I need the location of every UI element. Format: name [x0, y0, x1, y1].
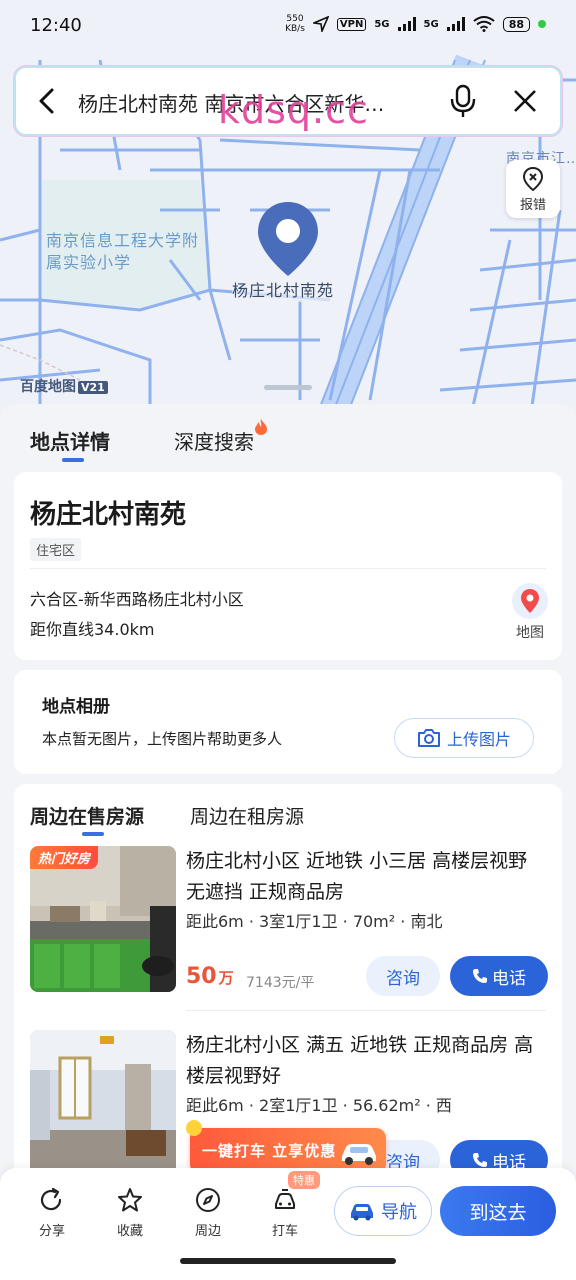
- battery-indicator: 88: [502, 16, 530, 32]
- vpn-badge: VPN: [336, 17, 367, 31]
- microphone-icon[interactable]: [448, 84, 478, 118]
- network-speed: 550 KB/s: [285, 14, 305, 34]
- listing-title[interactable]: 杨庄北村小区 近地铁 小三居 高楼层视野无遮挡 正规商品房: [186, 846, 546, 908]
- location-arrow-icon: [312, 16, 329, 32]
- logo-text: 百度地图: [20, 379, 76, 395]
- close-icon[interactable]: [510, 86, 540, 116]
- signal-5g-2: 5G: [423, 18, 439, 30]
- consult-button[interactable]: 咨询: [366, 956, 440, 996]
- place-distance: 距你直线34.0km: [30, 620, 155, 639]
- album-title: 地点相册: [42, 697, 110, 717]
- upload-photo-button[interactable]: 上传图片: [394, 718, 534, 758]
- status-time: 12:40: [30, 15, 82, 36]
- go-here-button[interactable]: 到这去: [440, 1186, 556, 1236]
- share-label: 分享: [38, 1224, 65, 1239]
- share-icon: [40, 1187, 62, 1211]
- place-name: 杨庄北村南苑: [30, 500, 187, 530]
- car-icon: [351, 1204, 373, 1221]
- listing-meta: 距此6m · 2室1厅1卫 · 56.62m² · 西: [186, 1096, 452, 1115]
- star-icon: [118, 1188, 142, 1212]
- place-address: 六合区-新华西路杨庄北村小区: [30, 590, 244, 609]
- watermark-text: kdsq.cc: [218, 88, 369, 132]
- call-label: 电话: [492, 968, 526, 989]
- tab-place-details[interactable]: 地点详情: [30, 426, 110, 455]
- listing-title[interactable]: 杨庄北村小区 满五 近地铁 正规商品房 高楼层视野好: [186, 1030, 546, 1092]
- phone-icon: [473, 969, 487, 983]
- signal-5g-1: 5G: [374, 18, 390, 30]
- listing-photo-room[interactable]: [30, 1030, 176, 1176]
- map-pin-error-icon: [522, 166, 544, 192]
- map-pin-icon: [512, 583, 548, 619]
- taxi-label: 打车: [271, 1224, 298, 1239]
- taxi-deal-badge: 特惠: [288, 1171, 320, 1189]
- listing-meta: 距此6m · 3室1厅1卫 · 70m² · 南北: [186, 912, 443, 931]
- map-label-school: 南京信息工程大学附属实验小学: [46, 231, 200, 272]
- listing-unit-price: 7143元/平: [246, 975, 315, 991]
- promo-text: 一键打车 立享优惠: [202, 1142, 337, 1160]
- location-pin-icon[interactable]: [256, 200, 320, 278]
- status-bar: 12:40 550 KB/s VPN 5G 5G 88: [0, 0, 576, 52]
- divider: [30, 568, 546, 569]
- speed-value: 550: [286, 14, 304, 24]
- open-map-label: 地图: [516, 625, 544, 641]
- favorite-button[interactable]: 收藏: [104, 1186, 156, 1239]
- upload-photo-label: 上传图片: [446, 730, 511, 749]
- phone-icon: [473, 1153, 487, 1167]
- speed-unit: KB/s: [285, 24, 305, 34]
- taxi-icon: [275, 1189, 295, 1209]
- call-button[interactable]: 电话: [450, 956, 548, 996]
- coin-icon: [186, 1120, 202, 1136]
- house-listing[interactable]: 热门好房 杨庄北村小区 近地铁 小三居 高楼层视野无遮挡 正规商品房 距此6m …: [14, 846, 562, 1011]
- favorite-label: 收藏: [116, 1224, 143, 1239]
- map-label-poi: 杨庄北村南苑: [232, 280, 335, 302]
- nearby-button[interactable]: 周边: [182, 1186, 234, 1239]
- report-label: 报错: [519, 198, 546, 213]
- hot-house-badge: 热门好房: [30, 846, 99, 869]
- tab-houses-for-sale[interactable]: 周边在售房源: [30, 802, 144, 829]
- photo-album-card: 地点相册 本点暂无图片，上传图片帮助更多人 上传图片: [14, 670, 562, 774]
- divider: [186, 1010, 546, 1011]
- fire-icon: [255, 419, 267, 435]
- listing-price: 50 万: [186, 964, 234, 989]
- room-photo: [30, 1030, 176, 1176]
- signal-bars-icon: [397, 17, 416, 31]
- tab-houses-for-rent[interactable]: 周边在租房源: [190, 802, 304, 829]
- signal-bars-icon: [446, 17, 465, 31]
- listing-price-value: 50: [186, 964, 217, 989]
- tab-deep-search-label: 深度搜索: [174, 430, 254, 454]
- taxi-button[interactable]: 打车: [259, 1186, 311, 1239]
- back-arrow-icon[interactable]: [34, 86, 60, 116]
- camera-icon: [417, 729, 440, 747]
- house-tab-indicator: [82, 832, 104, 836]
- home-indicator[interactable]: [180, 1258, 396, 1264]
- detail-tabs: 地点详情 深度搜索: [0, 404, 576, 468]
- album-description: 本点暂无图片，上传图片帮助更多人: [42, 730, 283, 748]
- wifi-icon: [473, 16, 495, 32]
- place-info-card: 杨庄北村南苑 住宅区 六合区-新华西路杨庄北村小区 距你直线34.0km 地图: [14, 472, 562, 660]
- baidu-map-logo: 百度地图 V21: [20, 376, 108, 396]
- car-icon: [342, 1144, 376, 1165]
- tab-deep-search[interactable]: 深度搜索: [174, 419, 267, 455]
- nearby-label: 周边: [194, 1224, 221, 1239]
- navigate-button[interactable]: 导航: [334, 1186, 432, 1236]
- privacy-dot: [538, 20, 546, 28]
- listing-photo-kitchen[interactable]: 热门好房: [30, 846, 176, 992]
- navigate-label: 导航: [381, 1202, 417, 1223]
- sheet-drag-handle[interactable]: [264, 385, 312, 390]
- compass-icon: [196, 1188, 220, 1212]
- report-error-button[interactable]: 报错: [506, 160, 560, 218]
- place-type-tag: 住宅区: [30, 538, 82, 561]
- map-view[interactable]: 南京信息工程大学附属实验小学 南京市江…年 杨庄北村南苑 百度地图V21 报错: [0, 0, 576, 420]
- tab-active-indicator: [62, 458, 84, 462]
- open-map-button[interactable]: 地图: [508, 582, 552, 642]
- listing-price-unit: 万: [218, 969, 234, 987]
- share-button[interactable]: 分享: [26, 1186, 78, 1239]
- logo-badge: V21: [78, 381, 108, 394]
